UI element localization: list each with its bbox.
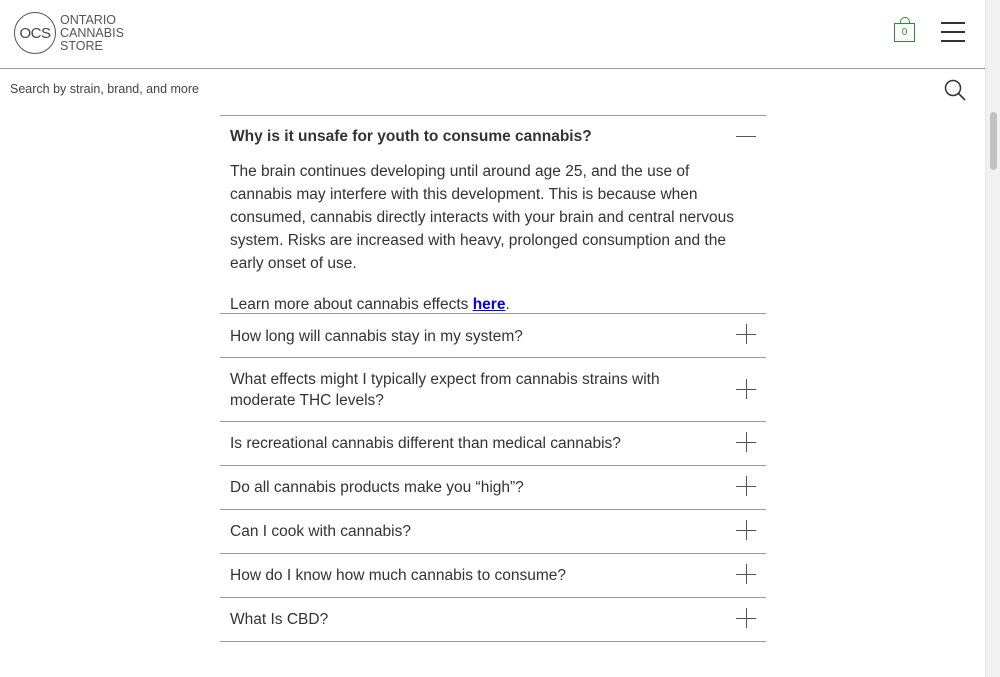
faq-question[interactable]: How long will cannabis stay in my system…: [230, 326, 700, 347]
collapse-minus-icon[interactable]: [736, 136, 756, 137]
faq-question[interactable]: Is recreational cannabis different than …: [230, 433, 700, 454]
faq-item[interactable]: How do I know how much cannabis to consu…: [220, 553, 766, 598]
expand-plus-icon[interactable]: [736, 608, 756, 628]
faq-item[interactable]: Is recreational cannabis different than …: [220, 421, 766, 466]
cart-button[interactable]: 0: [894, 17, 916, 43]
learn-more-text: Learn more about cannabis effects here.: [230, 296, 510, 314]
hamburger-menu-icon[interactable]: [941, 21, 965, 42]
faq-accordion: Why is it unsafe for youth to consume ca…: [220, 115, 766, 642]
logo-line: ONTARIO: [60, 12, 117, 27]
learn-more-link[interactable]: here: [473, 296, 506, 313]
faq-answer: The brain continues developing until aro…: [230, 163, 735, 272]
expand-plus-icon[interactable]: [736, 476, 756, 496]
faq-question[interactable]: Why is it unsafe for youth to consume ca…: [230, 128, 592, 146]
faq-question[interactable]: What Is CBD?: [230, 609, 700, 630]
site-header: OCS ONTARIO CANNABIS STORE 0: [0, 0, 985, 69]
expand-plus-icon[interactable]: [736, 520, 756, 540]
faq-item[interactable]: What Is CBD?: [220, 597, 766, 642]
logo-line: CANNABIS: [60, 25, 124, 40]
faq-question[interactable]: What effects might I typically expect fr…: [230, 369, 700, 411]
faq-question[interactable]: How do I know how much cannabis to consu…: [230, 565, 700, 586]
faq-question[interactable]: Can I cook with cannabis?: [230, 521, 700, 542]
logo-wordmark: ONTARIO CANNABIS STORE: [60, 12, 124, 53]
logo-line: STORE: [60, 38, 103, 53]
faq-item[interactable]: What effects might I typically expect fr…: [220, 357, 766, 422]
expand-plus-icon[interactable]: [736, 379, 756, 399]
learn-more-suffix: .: [505, 296, 510, 313]
page-scrollbar[interactable]: [985, 0, 1000, 677]
logo-mark: OCS: [14, 12, 56, 54]
search-input[interactable]: [10, 79, 910, 99]
faq-question[interactable]: Do all cannabis products make you “high”…: [230, 477, 700, 498]
expand-plus-icon[interactable]: [736, 324, 756, 344]
expand-plus-icon[interactable]: [736, 432, 756, 452]
faq-item[interactable]: Can I cook with cannabis?: [220, 509, 766, 554]
divider: [220, 641, 766, 642]
cart-count: 0: [901, 27, 908, 38]
faq-item-expanded: Why is it unsafe for youth to consume ca…: [220, 115, 766, 313]
learn-more-prefix: Learn more about cannabis effects: [230, 296, 473, 313]
expand-plus-icon[interactable]: [736, 564, 756, 584]
search-bar: [0, 69, 985, 109]
scrollbar-thumb[interactable]: [990, 112, 997, 170]
faq-item[interactable]: How long will cannabis stay in my system…: [220, 313, 766, 358]
ocs-logo[interactable]: OCS ONTARIO CANNABIS STORE: [14, 12, 124, 54]
shopping-bag-icon: 0: [894, 23, 915, 42]
faq-item[interactable]: Do all cannabis products make you “high”…: [220, 465, 766, 510]
search-icon[interactable]: [944, 79, 966, 101]
